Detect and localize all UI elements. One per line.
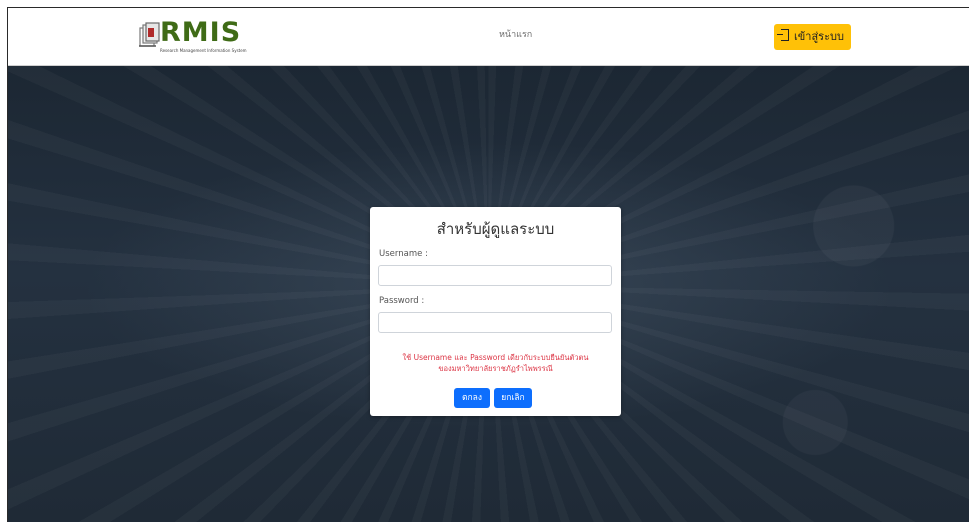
- username-input[interactable]: [378, 265, 612, 286]
- password-label: Password :: [379, 296, 425, 306]
- login-notice-line-1: ใช้ Username และ Password เดียวกับระบบยื…: [402, 353, 589, 362]
- header-login-label: เข้าสู่ระบบ: [794, 30, 844, 43]
- login-notice-line-2: ของมหาวิทยาลัยราชภัฏรำไพพรรณี: [438, 364, 553, 373]
- submit-button[interactable]: ตกลง: [454, 388, 490, 408]
- login-icon: [777, 29, 790, 41]
- logo-subtitle: Research Management Information System: [160, 48, 247, 53]
- header-login-button[interactable]: เข้าสู่ระบบ: [774, 24, 851, 50]
- book-stack-logo-icon: [139, 22, 160, 47]
- browser-viewport: RMIS Research Management Information Sys…: [7, 7, 969, 522]
- password-input[interactable]: [378, 312, 612, 333]
- admin-login-card: สำหรับผู้ดูแลระบบ Username : Password : …: [370, 207, 621, 416]
- login-card-title: สำหรับผู้ดูแลระบบ: [436, 220, 555, 238]
- rmis-logo[interactable]: RMIS Research Management Information Sys…: [138, 17, 248, 54]
- hero-background: สำหรับผู้ดูแลระบบ Username : Password : …: [8, 66, 969, 522]
- login-notice: ใช้ Username และ Password เดียวกับระบบยื…: [370, 352, 621, 374]
- top-navbar: RMIS Research Management Information Sys…: [8, 8, 969, 66]
- nav-home-link[interactable]: หน้าแรก: [499, 29, 532, 41]
- logo-wordmark: RMIS: [160, 17, 242, 48]
- username-label: Username :: [379, 249, 428, 259]
- cancel-button[interactable]: ยกเลิก: [494, 388, 532, 408]
